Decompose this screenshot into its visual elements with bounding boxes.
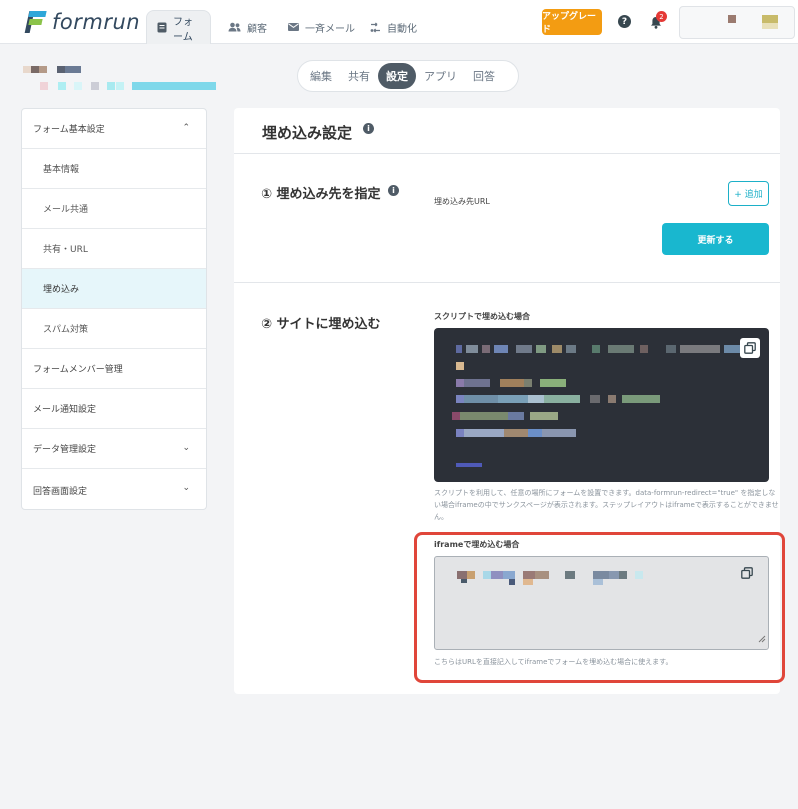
sidebar-item-label: データ管理設定	[33, 445, 97, 455]
sidebar-item-basic-info[interactable]: 基本情報	[22, 149, 206, 189]
account-menu[interactable]	[679, 6, 795, 39]
form-icon	[157, 22, 167, 33]
tab-share[interactable]: 共有	[340, 63, 378, 89]
logo-text: formrun	[52, 10, 141, 34]
sidebar-item-form-basic-settings[interactable]: フォーム基本設定 ⌃	[22, 109, 206, 149]
people-icon	[228, 22, 241, 32]
divider	[234, 282, 780, 283]
section-embed-target-title: ① 埋め込み先を指定	[261, 187, 381, 202]
copy-icon	[744, 339, 756, 358]
sidebar-item-form-members[interactable]: フォームメンバー管理	[22, 349, 206, 389]
add-url-button[interactable]: + 追加	[728, 181, 769, 206]
sidebar-item-embed[interactable]: 埋め込み	[22, 269, 206, 309]
tab-settings[interactable]: 設定	[378, 63, 416, 89]
sidebar-item-label: 回答画面設定	[33, 486, 88, 497]
nav-tab-bulk-mail[interactable]: 一斉メール	[278, 10, 365, 44]
upgrade-button[interactable]: アップグレード	[542, 9, 602, 35]
sidebar-item-label: 基本情報	[43, 165, 80, 175]
nav-tab-label: 自動化	[387, 23, 417, 35]
sidebar-item-label: 共有・URL	[43, 245, 88, 255]
sidebar-item-label: フォームメンバー管理	[33, 365, 123, 375]
notification-badge: 2	[656, 11, 667, 22]
formrun-logo-mark	[24, 11, 47, 33]
tab-edit[interactable]: 編集	[302, 63, 340, 89]
sidebar-item-label: メール共通	[43, 205, 89, 215]
chevron-down-icon: ⌄	[182, 483, 190, 493]
sidebar-item-spam-protection[interactable]: スパム対策	[22, 309, 206, 349]
script-note-line1: スクリプトを利用して、任意の場所にフォームを設置できます。data-formru…	[434, 489, 776, 497]
tab-responses[interactable]: 回答	[465, 63, 503, 89]
iframe-section-highlight	[414, 532, 785, 683]
nav-tab-label: 一斉メール	[305, 23, 355, 35]
chevron-down-icon: ⌄	[182, 443, 190, 453]
page-title: 埋め込み設定	[262, 124, 353, 142]
script-note-line2: い場合iframeの中でサンクスページが表示されます。ステップレイアウトはifr…	[434, 501, 779, 521]
nav-tab-customers[interactable]: 顧客	[218, 10, 277, 44]
top-header: formrun フォーム 顧客 一斉メール 自動化 アップグレード ? 2	[0, 0, 798, 44]
formrun-logo[interactable]: formrun	[24, 10, 141, 34]
info-icon[interactable]: i	[388, 185, 399, 196]
tab-apps[interactable]: アプリ	[416, 63, 465, 89]
help-icon[interactable]: ?	[618, 15, 631, 28]
script-code-block[interactable]	[434, 328, 769, 482]
section-embed-site-title: ② サイトに埋め込む	[261, 317, 381, 332]
mail-icon	[288, 23, 299, 31]
nav-tab-label: 顧客	[247, 23, 267, 35]
sidebar-item-mail-common[interactable]: メール共通	[22, 189, 206, 229]
sidebar-item-label: メール通知設定	[33, 405, 97, 415]
settings-segment-tabs: 編集 共有 設定 アプリ 回答	[297, 60, 519, 92]
automation-icon	[370, 22, 381, 33]
nav-tab-label: フォーム	[173, 16, 193, 43]
sidebar-item-data-management[interactable]: データ管理設定 ⌄	[22, 429, 206, 469]
nav-tab-form[interactable]: フォーム	[146, 10, 211, 44]
script-embed-label: スクリプトで埋め込む場合	[434, 312, 530, 321]
sidebar-item-share-url[interactable]: 共有・URL	[22, 229, 206, 269]
sidebar-item-label: スパム対策	[43, 325, 89, 335]
info-icon[interactable]: i	[363, 123, 374, 134]
embed-url-label: 埋め込み先URL	[434, 197, 490, 206]
sidebar-item-label: フォーム基本設定	[33, 125, 105, 135]
settings-sidebar: フォーム基本設定 ⌃ 基本情報 メール共通 共有・URL 埋め込み スパム対策 …	[21, 108, 207, 510]
divider	[234, 153, 780, 154]
sidebar-item-label: 埋め込み	[43, 285, 80, 295]
sidebar-item-mail-notification[interactable]: メール通知設定	[22, 389, 206, 429]
sidebar-item-response-screen[interactable]: 回答画面設定 ⌄	[22, 469, 206, 509]
nav-tab-automation[interactable]: 自動化	[360, 10, 427, 44]
update-button[interactable]: 更新する	[662, 223, 769, 255]
chevron-up-icon: ⌃	[182, 123, 190, 133]
copy-script-button[interactable]	[740, 338, 760, 358]
